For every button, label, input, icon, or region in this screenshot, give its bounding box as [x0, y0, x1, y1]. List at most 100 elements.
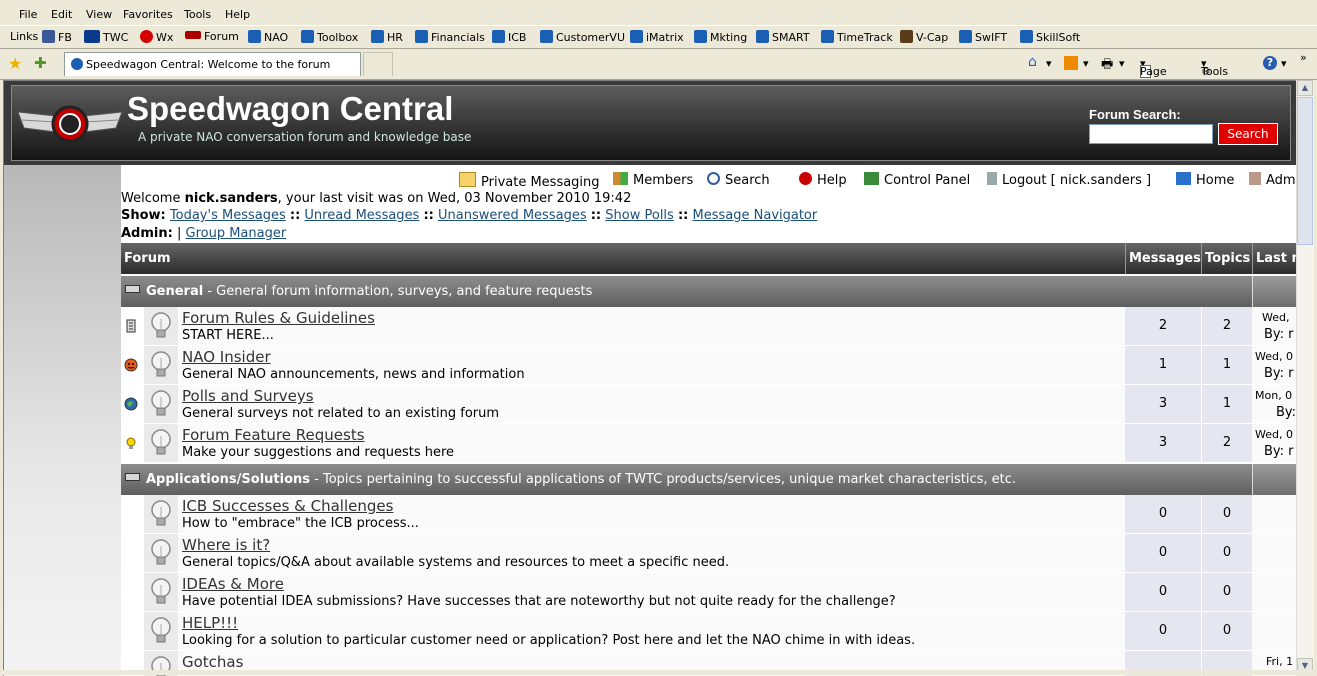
page-label: Page	[1140, 65, 1167, 78]
link-smart[interactable]: SMART	[756, 30, 810, 44]
collapse-icon[interactable]	[125, 285, 140, 293]
forum-row[interactable]: Forum Feature Requests Make your suggesti…	[121, 424, 1296, 463]
nav-logout[interactable]: Logout [ nick.sanders ]	[987, 172, 1151, 188]
link-timetrack[interactable]: TimeTrack	[821, 30, 893, 44]
forum-link[interactable]: Forum Rules & Guidelines	[182, 309, 375, 327]
bulb-cell	[144, 495, 178, 533]
todays-messages-link[interactable]: Today's Messages	[170, 208, 286, 223]
favorites-star-icon[interactable]: ★	[8, 54, 22, 73]
nav-admin[interactable]: Adm	[1249, 172, 1296, 188]
link-vcap[interactable]: V-Cap	[900, 30, 948, 44]
forum-link[interactable]: Polls and Surveys	[182, 387, 314, 405]
link-label: CustomerVU	[556, 31, 626, 44]
forum-link[interactable]: NAO Insider	[182, 348, 271, 366]
link-forum[interactable]: Forum	[185, 30, 239, 43]
nav-control-panel[interactable]: Control Panel	[864, 172, 970, 188]
link-customervu[interactable]: CustomerVU	[540, 30, 625, 44]
nav-help[interactable]: Help	[799, 172, 847, 188]
last-message-author[interactable]: By: r	[1264, 366, 1294, 381]
nav-search[interactable]: Search	[707, 172, 770, 188]
link-hr[interactable]: HR	[371, 30, 403, 44]
link-twc[interactable]: TWC	[84, 30, 128, 44]
bulb-cell	[144, 385, 178, 423]
forum-row[interactable]: Polls and Surveys General surveys not rel…	[121, 385, 1296, 424]
last-message-author[interactable]: By: r	[1264, 444, 1294, 459]
menu-help[interactable]: Help	[225, 8, 250, 21]
forum-link[interactable]: ICB Successes & Challenges	[182, 497, 393, 515]
table-header: Forum Messages Topics Last m	[121, 243, 1296, 274]
new-tab-button[interactable]	[363, 52, 393, 76]
menu-file[interactable]: File	[19, 8, 37, 21]
show-polls-link[interactable]: Show Polls	[605, 208, 674, 223]
forum-link[interactable]: Gotchas	[182, 653, 243, 671]
link-financials[interactable]: Financials	[415, 30, 485, 44]
forum-row[interactable]: HELP!!! Looking for a solution to particu…	[121, 612, 1296, 651]
link-swift[interactable]: SwIFT	[959, 30, 1007, 44]
last-message-cell	[1252, 612, 1296, 650]
group-manager-link[interactable]: Group Manager	[186, 226, 287, 241]
add-favorite-icon[interactable]: ✚	[34, 54, 47, 72]
nav-members[interactable]: Members	[613, 172, 693, 188]
tab-title: Speedwagon Central: Welcome to the forum	[86, 58, 331, 71]
envelope-icon	[459, 172, 476, 187]
chevron-down-icon[interactable]: ▾	[1083, 57, 1089, 70]
unread-messages-link[interactable]: Unread Messages	[304, 208, 419, 223]
tab-speedwagon[interactable]: Speedwagon Central: Welcome to the forum	[64, 52, 361, 76]
forum-row[interactable]: NAO Insider General NAO announcements, ne…	[121, 346, 1296, 385]
message-navigator-link[interactable]: Message Navigator	[693, 208, 818, 223]
help-icon[interactable]: ?	[1263, 56, 1277, 70]
link-fb[interactable]: FB	[42, 30, 72, 44]
forum-description: General surveys not related to an existi…	[182, 406, 500, 421]
home-icon[interactable]: ⌂	[1028, 54, 1037, 70]
link-imatrix[interactable]: iMatrix	[630, 30, 684, 44]
link-icb[interactable]: ICB	[492, 30, 526, 44]
scroll-thumb[interactable]	[1297, 97, 1313, 245]
menu-tools[interactable]: Tools	[184, 8, 211, 21]
messages-count: 3	[1125, 385, 1201, 423]
chevron-down-icon[interactable]: ▾	[1046, 57, 1052, 70]
chevron-down-icon[interactable]: ▾	[1281, 57, 1287, 70]
page-menu[interactable]: Page ▾	[1140, 57, 1167, 78]
menu-view[interactable]: View	[86, 8, 112, 21]
forum-info-cell: Polls and Surveys General surveys not rel…	[178, 385, 1125, 423]
bulb-cell	[144, 612, 178, 650]
link-wx[interactable]: Wx	[140, 30, 173, 44]
link-mkting[interactable]: Mkting	[694, 30, 747, 44]
vertical-scrollbar[interactable]: ▲ ▼	[1296, 80, 1314, 675]
forum-search-input[interactable]	[1089, 124, 1213, 144]
menu-favorites[interactable]: Favorites	[123, 8, 173, 21]
chevron-down-icon[interactable]: ▾	[1119, 57, 1125, 70]
forum-link[interactable]: Forum Feature Requests	[182, 426, 365, 444]
forum-link[interactable]: Where is it?	[182, 536, 270, 554]
welcome-user: nick.sanders	[184, 191, 278, 206]
last-message-author[interactable]: By:	[1276, 405, 1296, 420]
nav-home[interactable]: Home	[1176, 172, 1234, 188]
collapse-icon[interactable]	[125, 473, 140, 481]
forum-row[interactable]: ICB Successes & Challenges How to "embrac…	[121, 495, 1296, 534]
scroll-up-button[interactable]: ▲	[1297, 80, 1313, 96]
messages-count: 0	[1125, 534, 1201, 572]
print-icon[interactable]: 🖶	[1101, 55, 1113, 77]
tools-menu[interactable]: ⚙ Tools ▾	[1201, 57, 1228, 78]
welcome-message: Welcome nick.sanders, your last visit wa…	[121, 191, 631, 206]
forum-row[interactable]: IDEAs & More Have potential IDEA submissi…	[121, 573, 1296, 612]
ie-icon	[371, 30, 384, 43]
last-message-author[interactable]: By: r	[1264, 327, 1294, 342]
rss-icon[interactable]	[1064, 56, 1078, 70]
link-nao[interactable]: NAO	[248, 30, 288, 44]
unanswered-messages-link[interactable]: Unanswered Messages	[438, 208, 587, 223]
admin-icon	[1249, 172, 1261, 185]
category-row[interactable]: General - General forum information, sur…	[121, 276, 1296, 307]
search-button[interactable]: Search	[1218, 123, 1278, 145]
forum-link[interactable]: HELP!!!	[182, 614, 238, 632]
category-row[interactable]: Applications/Solutions - Topics pertaini…	[121, 464, 1296, 495]
link-toolbox[interactable]: Toolbox	[301, 30, 358, 44]
forum-row[interactable]: Forum Rules & Guidelines START HERE... 2 …	[121, 307, 1296, 346]
link-skillsoft[interactable]: SkillSoft	[1020, 30, 1080, 44]
forum-link[interactable]: IDEAs & More	[182, 575, 284, 593]
nav-private-messaging[interactable]: Private Messaging	[459, 172, 600, 190]
chevron-more-icon[interactable]: »	[1300, 51, 1307, 64]
help-icon	[799, 172, 812, 185]
forum-row[interactable]: Where is it? General topics/Q&A about ava…	[121, 534, 1296, 573]
menu-edit[interactable]: Edit	[51, 8, 72, 21]
